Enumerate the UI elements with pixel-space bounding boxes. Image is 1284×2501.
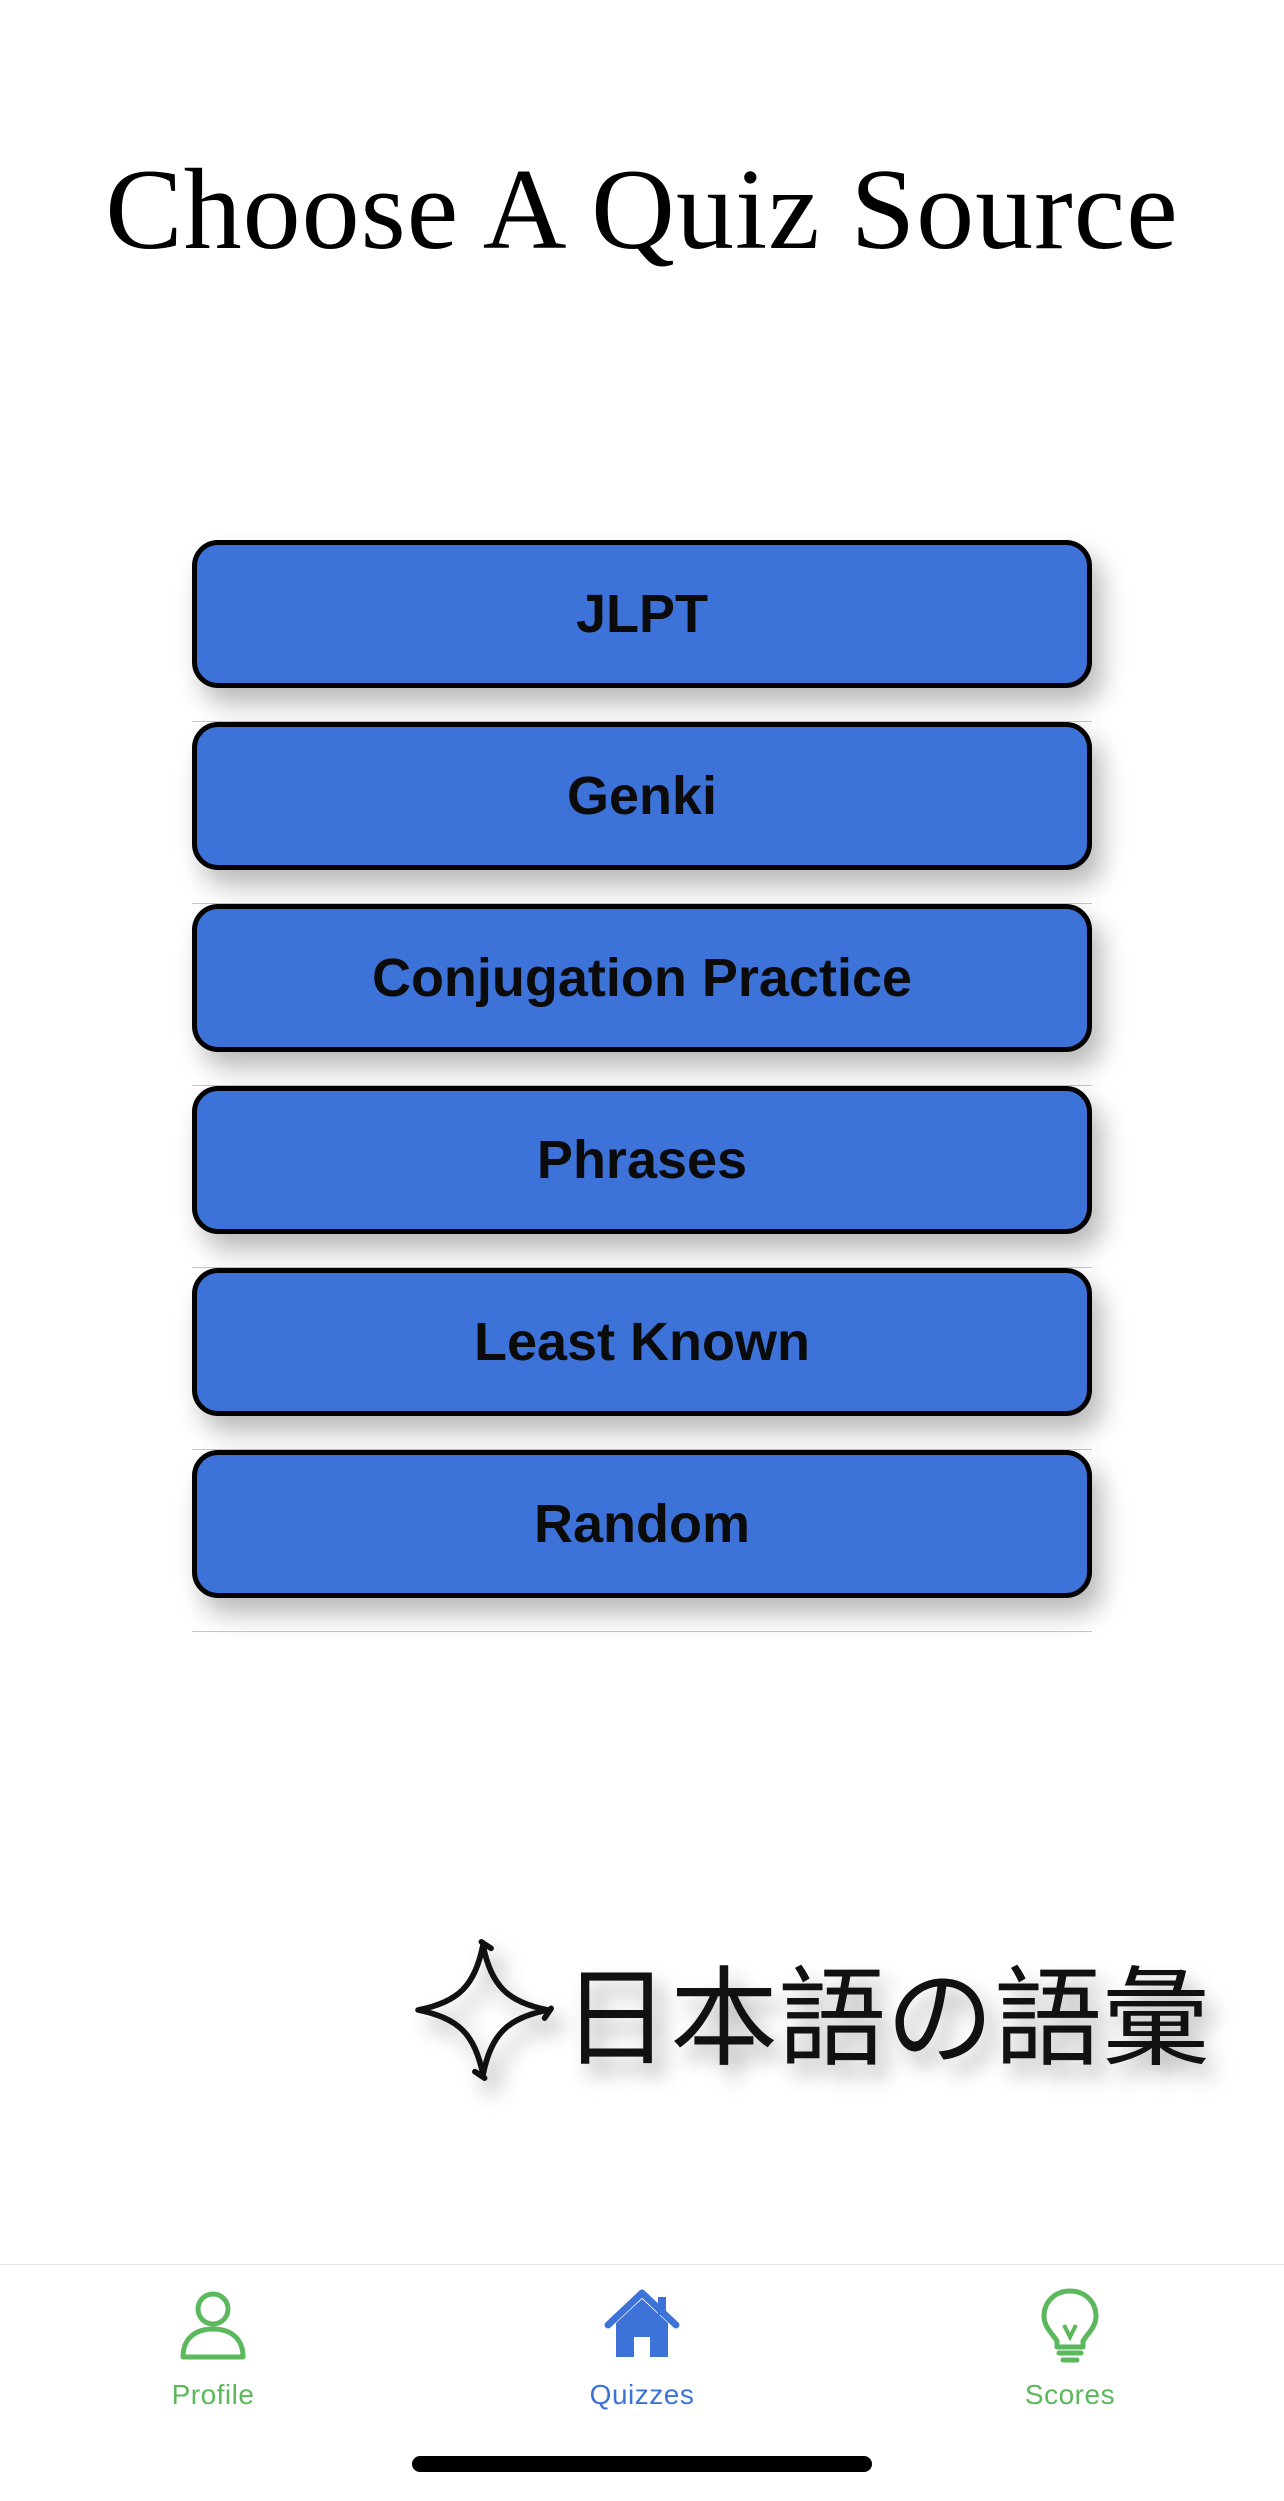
jlpt-button[interactable]: JLPT: [192, 540, 1092, 688]
phrases-button[interactable]: Phrases: [192, 1086, 1092, 1234]
list-item: Random: [192, 1450, 1092, 1632]
home-icon: [604, 2289, 680, 2357]
least-known-button[interactable]: Least Known: [192, 1268, 1092, 1416]
list-item: Conjugation Practice: [192, 904, 1092, 1086]
list-item: Phrases: [192, 1086, 1092, 1268]
person-icon: [180, 2291, 246, 2360]
page-title: Choose A Quiz Source: [105, 146, 1179, 274]
tab-label: Quizzes: [589, 2379, 695, 2410]
random-button[interactable]: Random: [192, 1450, 1092, 1598]
tab-label: Profile: [171, 2379, 255, 2410]
home-indicator[interactable]: [412, 2456, 872, 2472]
tab-label: Scores: [1024, 2379, 1116, 2410]
list-item: Least Known: [192, 1268, 1092, 1450]
tab-quizzes[interactable]: Quizzes: [532, 2285, 752, 2411]
list-item: JLPT: [192, 540, 1092, 722]
tab-scores[interactable]: Scores: [960, 2285, 1180, 2411]
sparkle-icon: [415, 1939, 554, 2081]
tab-profile[interactable]: Profile: [103, 2285, 323, 2411]
genki-button[interactable]: Genki: [192, 722, 1092, 870]
conjugation-practice-button[interactable]: Conjugation Practice: [192, 904, 1092, 1052]
list-item: Genki: [192, 722, 1092, 904]
logo-text: 日本語の語彙: [561, 1957, 1210, 2082]
quiz-source-list: JLPT Genki Conjugation Practice Phrases …: [192, 540, 1092, 1632]
app-logo: 日本語の語彙: [410, 1920, 1210, 2100]
lightbulb-icon: [1041, 2288, 1099, 2363]
